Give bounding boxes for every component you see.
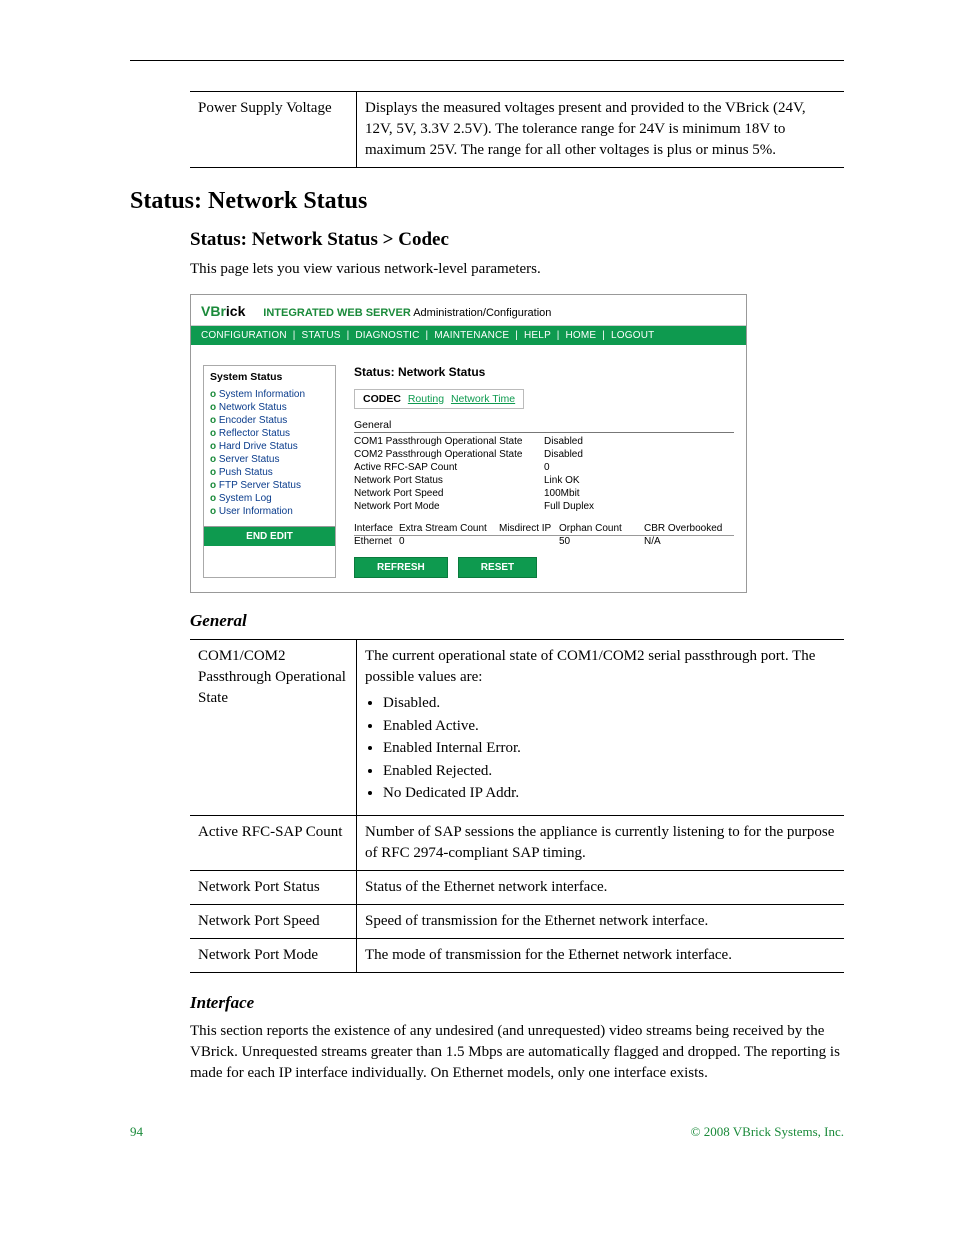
nav-logout[interactable]: LOGOUT [611,330,654,341]
gen-row2-term: Active RFC-SAP Count [190,815,357,870]
nav-maintenance[interactable]: MAINTENANCE [434,330,509,341]
refresh-button[interactable]: REFRESH [354,557,448,578]
gen-row3-desc: Status of the Ethernet network interface… [357,870,845,904]
end-edit-button[interactable]: END EDIT [204,526,335,546]
page-footer: 94 © 2008 VBrick Systems, Inc. [130,1124,844,1140]
nav-help[interactable]: HELP [524,330,551,341]
gen-row3-term: Network Port Status [190,870,357,904]
brand-logo: VBrick [201,303,249,319]
nav-configuration[interactable]: CONFIGURATION [201,330,287,341]
general-defs-table: COM1/COM2 Passthrough Operational State … [190,639,844,973]
interface-paragraph: This section reports the existence of an… [190,1021,844,1084]
interface-subheading: Interface [190,993,844,1013]
subsection-heading: Status: Network Status > Codec [190,229,844,251]
gen-row2-desc: Number of SAP sessions the appliance is … [357,815,845,870]
page-number: 94 [130,1124,143,1140]
iface-data-row: Ethernet 0 50 N/A [354,536,734,547]
nav-diagnostic[interactable]: DIAGNOSTIC [355,330,419,341]
gen-row1-term: COM1/COM2 Passthrough Operational State [190,640,357,816]
sidebar-title: System Status [204,366,335,388]
power-supply-table: Power Supply Voltage Displays the measur… [190,91,844,168]
section-heading: Status: Network Status [130,188,844,215]
sidebar-item-system-log[interactable]: System Log [210,492,329,505]
sidebar-item-server-status[interactable]: Server Status [210,453,329,466]
nav-bar: CONFIGURATION | STATUS | DIAGNOSTIC | MA… [191,326,746,345]
sidebar-item-encoder-status[interactable]: Encoder Status [210,414,329,427]
tab-network-time[interactable]: Network Time [451,393,515,405]
panel-main-title: Status: Network Status [354,365,734,379]
sidebar: System Status System Information Network… [203,365,336,578]
nav-status[interactable]: STATUS [301,330,340,341]
gen-row1-desc: The current operational state of COM1/CO… [357,640,845,816]
iface-header-row: Interface Extra Stream Count Misdirect I… [354,523,734,536]
psv-desc: Displays the measured voltages present a… [357,92,845,168]
sidebar-item-push-status[interactable]: Push Status [210,466,329,479]
sidebar-item-reflector-status[interactable]: Reflector Status [210,427,329,440]
sidebar-item-system-information[interactable]: System Information [210,388,329,401]
gen-row4-desc: Speed of transmission for the Ethernet n… [357,904,845,938]
gen-row5-term: Network Port Mode [190,938,357,972]
sidebar-item-hard-drive-status[interactable]: Hard Drive Status [210,440,329,453]
tab-codec[interactable]: CODEC [363,393,401,405]
panel-main: Status: Network Status CODEC Routing Net… [354,365,734,578]
sidebar-item-user-information[interactable]: User Information [210,505,329,518]
intro-paragraph: This page lets you view various network-… [190,259,844,280]
sidebar-item-network-status[interactable]: Network Status [210,401,329,414]
psv-term: Power Supply Voltage [190,92,357,168]
codec-tabs: CODEC Routing Network Time [354,389,524,409]
header-subtitle: INTEGRATED WEB SERVER Administration/Con… [263,307,551,319]
copyright: © 2008 VBrick Systems, Inc. [691,1124,844,1140]
nav-home[interactable]: HOME [565,330,596,341]
admin-panel: VBrick INTEGRATED WEB SERVER Administrat… [190,294,747,593]
panel-general-label: General [354,419,734,433]
reset-button[interactable]: RESET [458,557,537,578]
gen-row4-term: Network Port Speed [190,904,357,938]
gen-row5-desc: The mode of transmission for the Etherne… [357,938,845,972]
sidebar-item-ftp-server-status[interactable]: FTP Server Status [210,479,329,492]
tab-routing[interactable]: Routing [408,393,444,405]
panel-header: VBrick INTEGRATED WEB SERVER Administrat… [191,295,746,326]
general-subheading: General [190,611,844,631]
